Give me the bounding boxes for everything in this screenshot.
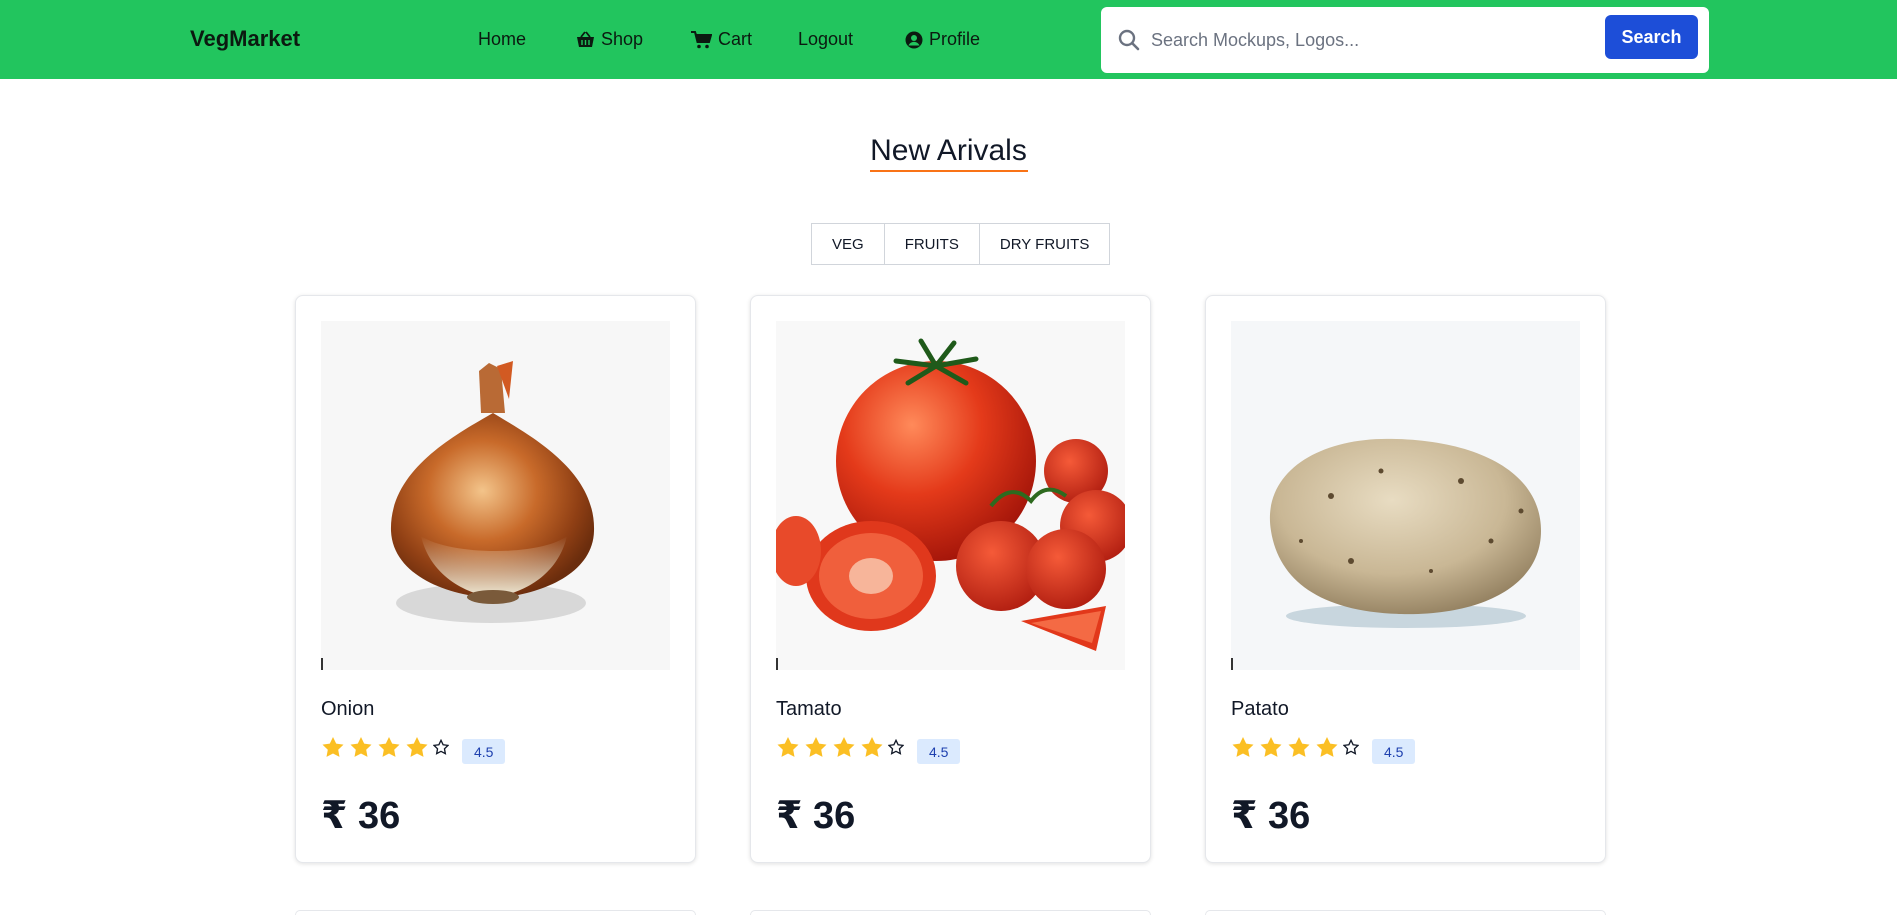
nav-link-label: Shop [601, 29, 644, 49]
search-icon [1117, 28, 1141, 57]
nav-link-label: Profile [929, 29, 981, 49]
section-title: New Arivals [870, 134, 1027, 167]
star-rating [776, 736, 904, 758]
star-outline-icon [433, 739, 449, 755]
star-outline-icon [1343, 739, 1359, 755]
star-icon [833, 737, 855, 757]
rating-badge: 4.5 [917, 739, 961, 764]
user-circle-icon [905, 31, 923, 49]
rating-badge: 4.5 [1372, 739, 1416, 764]
star-rating [1231, 736, 1359, 758]
product-price: ₹ 36 [321, 795, 401, 837]
tomato-image[interactable] [776, 321, 1125, 670]
onion-image[interactable] [321, 321, 670, 670]
nav-link-cart[interactable]: Cart [691, 29, 752, 50]
star-icon [322, 737, 344, 757]
star-icon [378, 737, 400, 757]
brand-logo[interactable]: VegMarket [190, 26, 300, 52]
star-icon [1260, 737, 1282, 757]
product-name: Onion [321, 698, 375, 720]
cart-icon [691, 30, 712, 49]
star-outline-icon [888, 739, 904, 755]
product-card-next [295, 910, 696, 915]
product-card-potato[interactable]: Patato 4.5 ₹ 36 [1205, 295, 1606, 863]
nav-link-label: Logout [798, 29, 854, 49]
star-icon [805, 737, 827, 757]
filter-veg-button[interactable]: VEG [812, 224, 885, 264]
title-underline [870, 170, 1028, 172]
nav-link-label: Cart [718, 29, 753, 49]
product-price: ₹ 36 [1231, 795, 1311, 837]
star-icon [1288, 737, 1310, 757]
star-rating [321, 736, 449, 758]
category-filter: VEG FRUITS DRY FRUITS [811, 223, 1111, 265]
rating-badge: 4.5 [462, 739, 506, 764]
nav-link-home[interactable]: Home [478, 29, 526, 50]
potato-image[interactable] [1231, 321, 1580, 670]
product-card-tomato[interactable]: Tamato 4.5 ₹ 36 [750, 295, 1151, 863]
nav-link-logout[interactable]: Logout [798, 29, 853, 50]
star-icon [1316, 737, 1338, 757]
star-icon [1232, 737, 1254, 757]
search-button[interactable]: Search [1605, 15, 1698, 59]
product-card-onion[interactable]: Onion 4.5 ₹ 36 [295, 295, 696, 863]
star-icon [406, 737, 428, 757]
product-price: ₹ 36 [776, 795, 856, 837]
star-icon [350, 737, 372, 757]
navbar: VegMarket Home Shop Cart Logout Profile … [0, 0, 1897, 79]
filter-fruits-button[interactable]: FRUITS [884, 224, 980, 264]
nav-link-profile[interactable]: Profile [905, 29, 980, 50]
basket-icon [576, 31, 595, 48]
star-icon [861, 737, 883, 757]
product-card-next [750, 910, 1151, 915]
nav-link-shop[interactable]: Shop [576, 29, 643, 50]
product-name: Tamato [776, 698, 842, 720]
star-icon [777, 737, 799, 757]
product-card-next [1205, 910, 1606, 915]
nav-link-label: Home [478, 29, 527, 49]
filter-dry-fruits-button[interactable]: DRY FRUITS [979, 224, 1110, 264]
product-name: Patato [1231, 698, 1289, 720]
search-bar: Search [1101, 7, 1709, 73]
